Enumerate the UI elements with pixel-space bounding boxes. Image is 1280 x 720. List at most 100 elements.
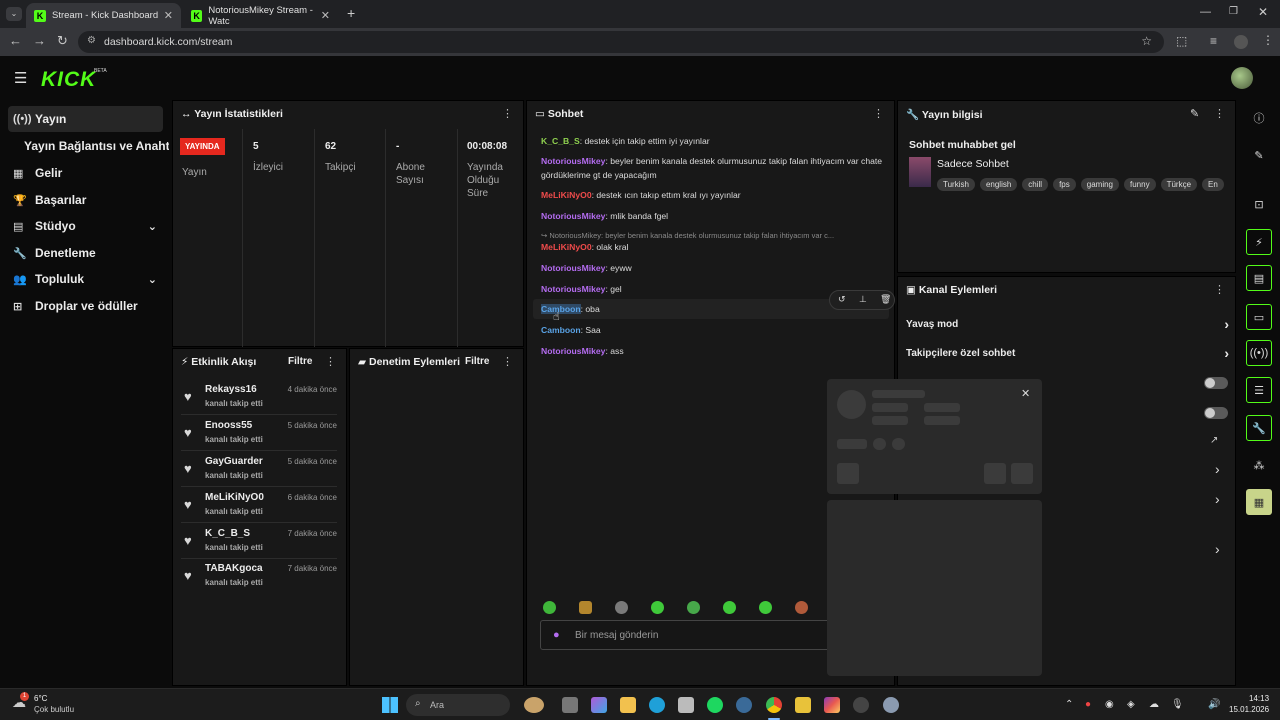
sidebar-item-yayin[interactable]: ((•)) Yayın: [8, 106, 163, 132]
tab-list-chevron-icon[interactable]: ⌄: [6, 7, 22, 21]
clapper-icon[interactable]: ▦: [1246, 489, 1272, 515]
delete-icon[interactable]: 🗑: [880, 294, 891, 305]
tag[interactable]: fps: [1053, 178, 1076, 191]
chevron-right-icon[interactable]: ›: [1215, 491, 1220, 507]
file-explorer-icon[interactable]: [620, 697, 636, 713]
tag[interactable]: En: [1202, 178, 1224, 191]
settings-icon[interactable]: [883, 697, 899, 713]
tag[interactable]: Türkçe: [1160, 178, 1198, 191]
chat-username[interactable]: Camboon: [541, 304, 581, 314]
chevron-right-icon[interactable]: ›: [1215, 541, 1220, 557]
sticky-notes-icon[interactable]: [795, 697, 811, 713]
chat-username[interactable]: K_C_B_S: [541, 136, 580, 146]
share-icon[interactable]: ⁂: [1246, 452, 1272, 478]
minimize-icon[interactable]: —: [1200, 6, 1211, 18]
spotify-icon[interactable]: [707, 697, 723, 713]
chat-username[interactable]: NotoriousMikey: [541, 211, 605, 221]
bookmark-star-icon[interactable]: ☆: [1141, 34, 1152, 48]
kick-logo[interactable]: KICK: [41, 68, 96, 92]
chat-username[interactable]: MeLiKiNyO0: [541, 190, 592, 200]
followers-only-row[interactable]: Takipçilere özel sohbet ›: [906, 345, 1229, 376]
event-user[interactable]: GayGuarder: [205, 456, 263, 467]
lightning-icon[interactable]: ⚡: [1246, 229, 1272, 255]
slow-mode-row[interactable]: Yavaş mod ›: [906, 316, 1229, 347]
more-menu-icon[interactable]: ⋮: [502, 107, 513, 120]
pin-icon[interactable]: ⊥: [859, 294, 867, 305]
microphone-icon[interactable]: 🎙: [1171, 699, 1184, 710]
capture-icon[interactable]: ⊡: [1246, 191, 1272, 217]
layout-icon[interactable]: ☰: [1246, 377, 1272, 403]
broadcast-icon[interactable]: ((•)): [1246, 340, 1272, 366]
chat-username[interactable]: MeLiKiNyO0: [541, 242, 592, 252]
emote-icon[interactable]: [543, 601, 556, 614]
profile-icon[interactable]: [1234, 35, 1248, 49]
chart-icon[interactable]: ↗: [1210, 435, 1218, 446]
instagram-icon[interactable]: [824, 697, 840, 713]
edit-pencil-icon[interactable]: ✎: [1190, 107, 1199, 120]
restore-icon[interactable]: ❐: [1229, 6, 1238, 17]
chat-username[interactable]: NotoriousMikey: [541, 284, 605, 294]
emote-icon[interactable]: [687, 601, 700, 614]
reply-icon[interactable]: ↺: [838, 294, 846, 305]
tab-close-icon[interactable]: ✕: [164, 9, 173, 22]
event-user[interactable]: Rekayss16: [205, 384, 257, 395]
wrench-icon[interactable]: 🔧: [1246, 415, 1272, 441]
forward-icon[interactable]: →: [33, 33, 46, 48]
hamburger-menu-icon[interactable]: ☰: [14, 69, 27, 87]
chevron-right-icon[interactable]: ›: [1215, 461, 1220, 477]
onedrive-icon[interactable]: ☁: [1149, 699, 1159, 710]
event-user[interactable]: K_C_B_S: [205, 528, 250, 539]
sidebar-item-yayin-baglantisi[interactable]: Yayın Bağlantısı ve Anahtarı: [19, 133, 169, 159]
event-user[interactable]: MeLiKiNyO0: [205, 492, 264, 503]
tray-app-icon[interactable]: ◈: [1127, 699, 1135, 710]
moderation-filter-button[interactable]: Filtre: [465, 356, 489, 367]
new-tab-button[interactable]: +: [347, 5, 355, 21]
address-bar[interactable]: ⚙ dashboard.kick.com/stream ☆: [78, 31, 1164, 53]
chat-username[interactable]: NotoriousMikey: [541, 346, 605, 356]
more-menu-icon[interactable]: ⋮: [873, 107, 884, 120]
tab-notoriousmikey[interactable]: K NotoriousMikey Stream - Watc ✕: [183, 3, 338, 28]
tab-kick-dashboard[interactable]: K Stream - Kick Dashboard ✕: [26, 3, 181, 28]
emote-icon[interactable]: [579, 601, 592, 614]
obs-icon[interactable]: [853, 697, 869, 713]
chat-username[interactable]: NotoriousMikey: [541, 156, 605, 166]
tag[interactable]: funny: [1124, 178, 1156, 191]
emote-icon[interactable]: [795, 601, 808, 614]
sidebar-item-topluluk[interactable]: 👥 Topluluk ⌄: [8, 266, 163, 292]
extensions-icon[interactable]: ⬚: [1176, 34, 1187, 48]
chat-username[interactable]: Camboon: [541, 325, 581, 335]
windows-start-icon[interactable]: [382, 697, 398, 713]
tray-chevron-up-icon[interactable]: ⌃: [1065, 699, 1073, 710]
emote-icon[interactable]: [759, 601, 772, 614]
tag[interactable]: chill: [1022, 178, 1049, 191]
user-avatar[interactable]: [1231, 67, 1253, 89]
search-highlight-icon[interactable]: [524, 697, 544, 713]
emote-icon[interactable]: [723, 601, 736, 614]
store-icon[interactable]: [678, 697, 694, 713]
close-icon[interactable]: ✕: [1021, 387, 1030, 400]
site-info-icon[interactable]: ⚙: [87, 35, 96, 46]
chrome-icon[interactable]: [766, 697, 782, 713]
sidebar-item-droplar[interactable]: ⊞ Droplar ve ödüller: [8, 293, 163, 319]
close-window-icon[interactable]: ✕: [1258, 5, 1268, 19]
toggle-switch[interactable]: [1204, 377, 1228, 389]
activity-filter-button[interactable]: Filtre: [288, 356, 312, 367]
more-menu-icon[interactable]: ⋮: [1214, 283, 1225, 296]
tag[interactable]: Turkish: [937, 178, 975, 191]
chat-bubble-icon[interactable]: ▭: [1246, 304, 1272, 330]
clock-time[interactable]: 14:13: [1249, 694, 1269, 703]
more-menu-icon[interactable]: ⋮: [1214, 107, 1225, 120]
event-user[interactable]: Enooss55: [205, 420, 252, 431]
volume-icon[interactable]: 🔊: [1208, 699, 1220, 710]
reload-icon[interactable]: ↻: [57, 33, 68, 49]
edge-icon[interactable]: [649, 697, 665, 713]
tag[interactable]: gaming: [1080, 178, 1119, 191]
sidebar-item-denetleme[interactable]: 🔧 Denetleme: [8, 240, 163, 266]
steam-icon[interactable]: [736, 697, 752, 713]
info-icon[interactable]: ⓘ: [1246, 105, 1272, 131]
tag[interactable]: english: [979, 178, 1018, 191]
tray-app-icon[interactable]: ◉: [1105, 699, 1114, 710]
document-icon[interactable]: ▤: [1246, 265, 1272, 291]
task-view-icon[interactable]: [562, 697, 578, 713]
sidebar-item-studyo[interactable]: ▤ Stüdyo ⌄: [8, 213, 163, 239]
